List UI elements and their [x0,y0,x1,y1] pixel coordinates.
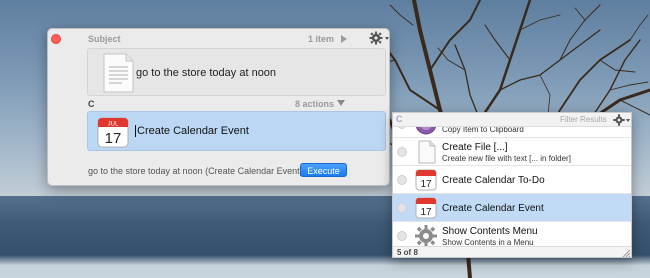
text-cursor [135,125,136,137]
row-title: Create Calendar Event [442,203,544,214]
calendar-day: 17 [420,179,432,190]
filter-results-panel: C Filter Results Copy Item to Clipboard [392,112,632,258]
gear-icon [415,225,437,247]
status-text: go to the store today at noon (Create Ca… [88,166,303,176]
row-radio[interactable] [397,203,407,213]
row-radio[interactable] [397,175,407,185]
text-document-icon [103,53,134,93]
calendar-icon: 17 [415,197,437,219]
calendar-day: 17 [420,207,432,218]
subject-item[interactable]: go to the store today at noon [87,48,386,96]
close-button[interactable] [51,34,61,44]
row-title: Show Contents Menu [442,226,538,237]
result-count: 5 of 8 [397,248,418,257]
row-radio[interactable] [397,231,407,241]
row-title: Create Calendar To-Do [442,175,545,186]
action-count: 8 actions [295,99,335,109]
gear-icon[interactable] [369,31,391,45]
resize-grip-icon[interactable] [622,249,631,258]
filter-results-label-overlay[interactable]: Filter Results [560,115,607,124]
calendar-day: 17 [105,130,122,147]
subject-title: Subject [88,34,121,44]
expand-down-icon[interactable] [337,100,345,106]
row-subtitle: Create new file with text [... in folder… [442,154,571,163]
expand-right-icon[interactable] [341,35,347,43]
execute-button[interactable]: Execute [300,163,347,177]
list-item-create-file[interactable]: Create File [...] Create new file with t… [393,138,631,166]
panel-gear-icon-overlay[interactable] [613,114,631,126]
panel-query-letter-overlay: C [396,114,403,124]
selected-action[interactable]: JUL 17 Create Calendar Event [87,111,386,151]
panel-footer: 5 of 8 [393,246,631,258]
calendar-icon: 17 [415,169,437,191]
calendar-icon: JUL 17 [97,117,129,148]
calendar-month: JUL [108,122,119,128]
subject-count: 1 item [308,34,335,44]
main-window: Subject 1 item go to the store today at … [47,28,390,186]
subject-text: go to the store today at noon [136,67,277,79]
action-text: Create Calendar Event [137,125,249,137]
row-title: Create File [...] [442,142,508,153]
action-letter: C [88,99,95,109]
row-radio[interactable] [397,147,407,157]
list-item-create-calendar-event[interactable]: 17 Create Calendar Event [393,194,631,222]
blank-document-icon [418,140,436,164]
list-item-create-calendar-todo[interactable]: 17 Create Calendar To-Do [393,166,631,194]
panel-header-overlay: C Filter Results [393,113,631,127]
